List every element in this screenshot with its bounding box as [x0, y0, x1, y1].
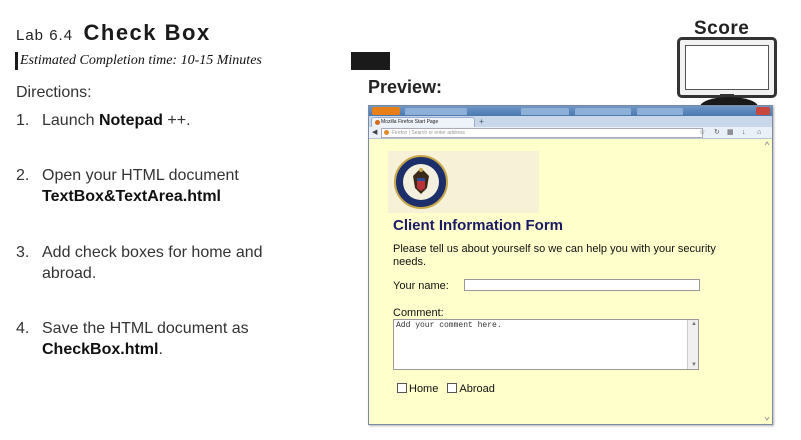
estimated-time: Estimated Completion time: 10-15 Minutes [18, 52, 351, 70]
comment-placeholder: Add your comment here. [396, 321, 502, 330]
form-title: Client Information Form [393, 217, 563, 234]
name-input[interactable] [464, 279, 700, 291]
name-label: Your name: [393, 280, 449, 292]
preview-label: Preview: [368, 77, 443, 97]
directions-label: Directions: [16, 84, 92, 101]
browser-tab-active[interactable]: Mozilla Firefox Start Page [371, 117, 475, 127]
monitor-screen [685, 45, 769, 90]
step-3: 3. Add check boxes for home and abroad. [16, 244, 263, 282]
reload-icon[interactable]: ↻ [714, 128, 720, 137]
home-checkbox-label: Home [409, 383, 439, 395]
lab-heading: Lab 6.4 Check Box [16, 20, 211, 46]
url-placeholder: Firefox | Search or enter address [392, 130, 465, 136]
step-1: 1. Launch Notepad ++. [16, 112, 191, 129]
monitor-icon [677, 37, 777, 98]
logo-container [388, 151, 539, 213]
download-icon[interactable]: ↓ [742, 128, 746, 137]
star-icon[interactable]: ☆ [699, 128, 705, 137]
browser-window-screenshot: Mozilla Firefox Start Page + ◀ Firefox |… [368, 105, 773, 425]
nsa-seal-logo [394, 155, 448, 209]
browser-tabbar: Mozilla Firefox Start Page + [369, 116, 772, 127]
browser-navbar: ◀ Firefox | Search or enter address ☆ ↻ … [369, 127, 772, 139]
abroad-checkbox-group: Abroad [447, 383, 495, 395]
firefox-menu-button[interactable] [372, 107, 400, 115]
abroad-checkbox-label: Abroad [459, 383, 495, 395]
tab-label: Mozilla Firefox Start Page [381, 119, 439, 125]
back-arrow-icon[interactable]: ◀ [372, 128, 377, 137]
estimated-time-bar: Estimated Completion time: 10-15 Minutes [15, 52, 390, 70]
url-bar[interactable]: Firefox | Search or enter address [381, 128, 703, 138]
firefox-favicon-icon [375, 120, 380, 125]
abroad-checkbox[interactable] [447, 383, 458, 393]
background-tab[interactable] [521, 108, 569, 115]
lab-number: Lab 6.4 [16, 27, 74, 44]
comment-textarea[interactable]: Add your comment here. ▲ ▼ [393, 319, 699, 370]
browser-titlebar [369, 106, 772, 116]
web-page-content: Client Information Form Please tell us a… [369, 139, 772, 424]
background-tab[interactable] [637, 108, 683, 115]
step-2: 2. Open your HTML document TextBox&TextAr… [16, 167, 239, 205]
background-tab[interactable] [405, 108, 467, 115]
close-icon[interactable] [756, 107, 770, 115]
page-scrollbar[interactable] [764, 141, 770, 421]
home-checkbox[interactable] [397, 383, 407, 393]
scroll-down-icon[interactable]: ▼ [691, 362, 697, 368]
step-4: 4. Save the HTML document as CheckBox.htm… [16, 320, 249, 358]
checkbox-group: Home Abroad [397, 383, 501, 395]
new-tab-button[interactable]: + [477, 118, 486, 126]
comment-scrollbar[interactable]: ▲ ▼ [687, 320, 698, 369]
scroll-up-icon[interactable]: ▲ [691, 321, 697, 327]
background-tab[interactable] [575, 108, 631, 115]
home-icon[interactable]: ⌂ [757, 128, 761, 137]
home-checkbox-group: Home [397, 383, 438, 395]
lab-title: Check Box [83, 20, 211, 45]
comment-label: Comment: [393, 307, 444, 319]
firefox-icon [384, 130, 389, 135]
bookmarks-icon[interactable]: ▦ [727, 128, 734, 137]
intro-text: Please tell us about yourself so we can … [393, 243, 716, 268]
